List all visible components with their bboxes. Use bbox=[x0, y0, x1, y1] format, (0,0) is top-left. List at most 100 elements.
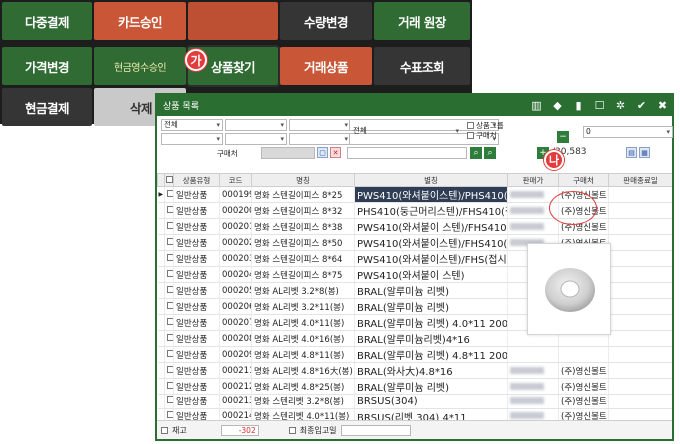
row-checkbox[interactable] bbox=[164, 186, 174, 203]
row-pointer bbox=[157, 202, 165, 219]
search-icon[interactable]: ⌕ bbox=[470, 147, 482, 159]
cell-end-date bbox=[608, 250, 672, 267]
header-type[interactable]: 상품유형 bbox=[173, 173, 220, 187]
header-check[interactable] bbox=[164, 173, 174, 187]
cell-code: 000203 bbox=[219, 250, 252, 267]
cell-alias: PWS410(와셔붙이 스텐) bbox=[354, 266, 508, 283]
table-row[interactable]: 일반상품 000201 명화 스텐길이피스 8*38 PWS410(와셔붙이 스텐)/… bbox=[157, 218, 672, 235]
cell-end-date bbox=[608, 394, 672, 409]
cell-name: 명화 스텐리벳 4.0*11(봉) bbox=[251, 408, 355, 420]
row-checkbox[interactable] bbox=[164, 234, 174, 251]
cell-buyer: (주)영신볼트 bbox=[558, 362, 609, 379]
buyer-callout-circle bbox=[549, 191, 597, 225]
table-row[interactable]: 일반상품 000211 명화 AL리벳 4.8*16大(봉) BRAL(와사大)4.8… bbox=[157, 362, 672, 379]
buyer-search-icon[interactable]: ▢ bbox=[317, 147, 328, 158]
header-end-date[interactable]: 판매종료일 bbox=[608, 173, 672, 187]
empty-button[interactable] bbox=[188, 2, 278, 40]
cell-name: 명화 AL리벳 4.0*11(봉) bbox=[251, 314, 355, 331]
header-alias[interactable]: 별칭 bbox=[354, 173, 508, 187]
check-inquiry-button[interactable]: 수표조회 bbox=[374, 47, 470, 85]
cell-price bbox=[507, 362, 559, 379]
row-checkbox[interactable] bbox=[164, 378, 174, 395]
close-icon[interactable]: ✖ bbox=[653, 96, 672, 115]
row-checkbox[interactable] bbox=[164, 330, 174, 347]
edit-icon[interactable]: ☐ bbox=[590, 96, 609, 115]
category-select-4[interactable] bbox=[161, 133, 223, 145]
cash-receipt-approval-button[interactable]: 현금영수승인 bbox=[94, 47, 186, 85]
change-price-button[interactable]: 가격변경 bbox=[2, 47, 92, 85]
row-checkbox[interactable] bbox=[164, 218, 174, 235]
row-checkbox[interactable] bbox=[164, 394, 174, 409]
last-in-checkbox[interactable] bbox=[288, 426, 296, 434]
multi-payment-button[interactable]: 다중결제 bbox=[2, 2, 92, 40]
header-name[interactable]: 명칭 bbox=[251, 173, 355, 187]
cell-name: 명화 AL리벳 4.8*11(봉) bbox=[251, 346, 355, 363]
row-checkbox[interactable] bbox=[164, 314, 174, 331]
transaction-products-button[interactable]: 거래상품 bbox=[280, 47, 372, 85]
card-approval-button[interactable]: 카드승인 bbox=[94, 2, 186, 40]
row-checkbox[interactable] bbox=[164, 266, 174, 283]
cell-end-date bbox=[608, 362, 672, 379]
row-checkbox[interactable] bbox=[164, 408, 174, 420]
category-select-3[interactable] bbox=[289, 119, 351, 131]
window-titlebar: 상품 목록 ▥ ◆ ▮ ☐ ✲ ✔ ✖ bbox=[157, 95, 672, 116]
cell-name: 명화 AL리벳 3.2*11(봉) bbox=[251, 298, 355, 315]
table-row[interactable]: 일반상품 000213 명화 스텐리벳 3.2*8(봉) BRSUS(304) (주)영… bbox=[157, 394, 672, 409]
page-icon[interactable]: ▤ bbox=[626, 147, 637, 158]
tag-icon[interactable]: ◆ bbox=[548, 96, 567, 115]
barcode-icon[interactable]: ▥ bbox=[527, 96, 546, 115]
export-icon[interactable]: ▦ bbox=[639, 147, 650, 158]
cash-payment-button[interactable]: 현금결제 bbox=[2, 88, 92, 126]
category-select-6[interactable] bbox=[289, 133, 351, 145]
settings-icon[interactable]: ✲ bbox=[611, 96, 630, 115]
last-in-date-field[interactable] bbox=[340, 424, 411, 436]
header-code[interactable]: 코드 bbox=[219, 173, 252, 187]
minus-button[interactable]: − bbox=[557, 131, 569, 143]
cell-type: 일반상품 bbox=[173, 394, 220, 409]
category-select-5[interactable] bbox=[225, 133, 287, 145]
advanced-search-icon[interactable]: ⌕ bbox=[484, 147, 496, 159]
row-checkbox[interactable] bbox=[164, 202, 174, 219]
cell-code: 000207 bbox=[219, 314, 252, 331]
cell-end-date bbox=[608, 282, 672, 299]
cell-type: 일반상품 bbox=[173, 266, 220, 283]
search-input[interactable] bbox=[347, 147, 467, 159]
quantity-select[interactable]: 0 bbox=[583, 126, 673, 138]
row-checkbox[interactable] bbox=[164, 362, 174, 379]
transaction-ledger-button[interactable]: 거래 원장 bbox=[374, 2, 470, 40]
cell-type: 일반상품 bbox=[173, 408, 220, 420]
product-image-popup bbox=[527, 243, 611, 335]
window-title: 상품 목록 bbox=[163, 102, 199, 112]
cell-alias: BRSUS(리벳 304) 4*11 bbox=[354, 408, 508, 420]
cell-code: 000214 bbox=[219, 408, 252, 420]
row-checkbox[interactable] bbox=[164, 298, 174, 315]
buyer-clear-icon[interactable]: ✕ bbox=[330, 147, 341, 158]
cell-code: 000200 bbox=[219, 202, 252, 219]
row-pointer bbox=[157, 266, 165, 283]
header-marker bbox=[157, 173, 165, 187]
cell-code: 000212 bbox=[219, 378, 252, 395]
change-quantity-button[interactable]: 수량변경 bbox=[280, 2, 372, 40]
row-checkbox[interactable] bbox=[164, 250, 174, 267]
category-select-2[interactable] bbox=[225, 119, 287, 131]
cell-code: 000206 bbox=[219, 298, 252, 315]
chart-icon[interactable]: ▮ bbox=[569, 96, 588, 115]
cell-name: 명화 AL리벳 4.8*25(봉) bbox=[251, 378, 355, 395]
header-buyer[interactable]: 구매처 bbox=[558, 173, 609, 187]
group-select-label: 전체 bbox=[351, 126, 461, 138]
table-row[interactable]: 일반상품 000209 명화 AL리벳 4.8*11(봉) BRAL(알루미늄 리벳)… bbox=[157, 346, 672, 363]
cell-buyer bbox=[558, 346, 609, 363]
table-row[interactable]: 일반상품 000212 명화 AL리벳 4.8*25(봉) BRAL(알루미늄 리벳)… bbox=[157, 378, 672, 395]
cell-type: 일반상품 bbox=[173, 186, 220, 203]
table-header-row: 상품유형 코드 명칭 별칭 판매가 구매처 판매종료일 bbox=[157, 173, 672, 187]
row-checkbox[interactable] bbox=[164, 346, 174, 363]
check-icon[interactable]: ✔ bbox=[632, 96, 651, 115]
category-select-1[interactable]: 전체 bbox=[161, 119, 223, 131]
stock-checkbox[interactable] bbox=[161, 426, 168, 434]
row-checkbox[interactable] bbox=[164, 282, 174, 299]
buyer-input[interactable] bbox=[261, 147, 315, 159]
header-price[interactable]: 판매가 bbox=[507, 173, 559, 187]
cell-type: 일반상품 bbox=[173, 218, 220, 235]
table-row[interactable]: 일반상품 000214 명화 스텐리벳 4.0*11(봉) BRSUS(리벳 304)… bbox=[157, 408, 672, 420]
buyer-checkbox[interactable]: 구매처 bbox=[467, 130, 497, 141]
